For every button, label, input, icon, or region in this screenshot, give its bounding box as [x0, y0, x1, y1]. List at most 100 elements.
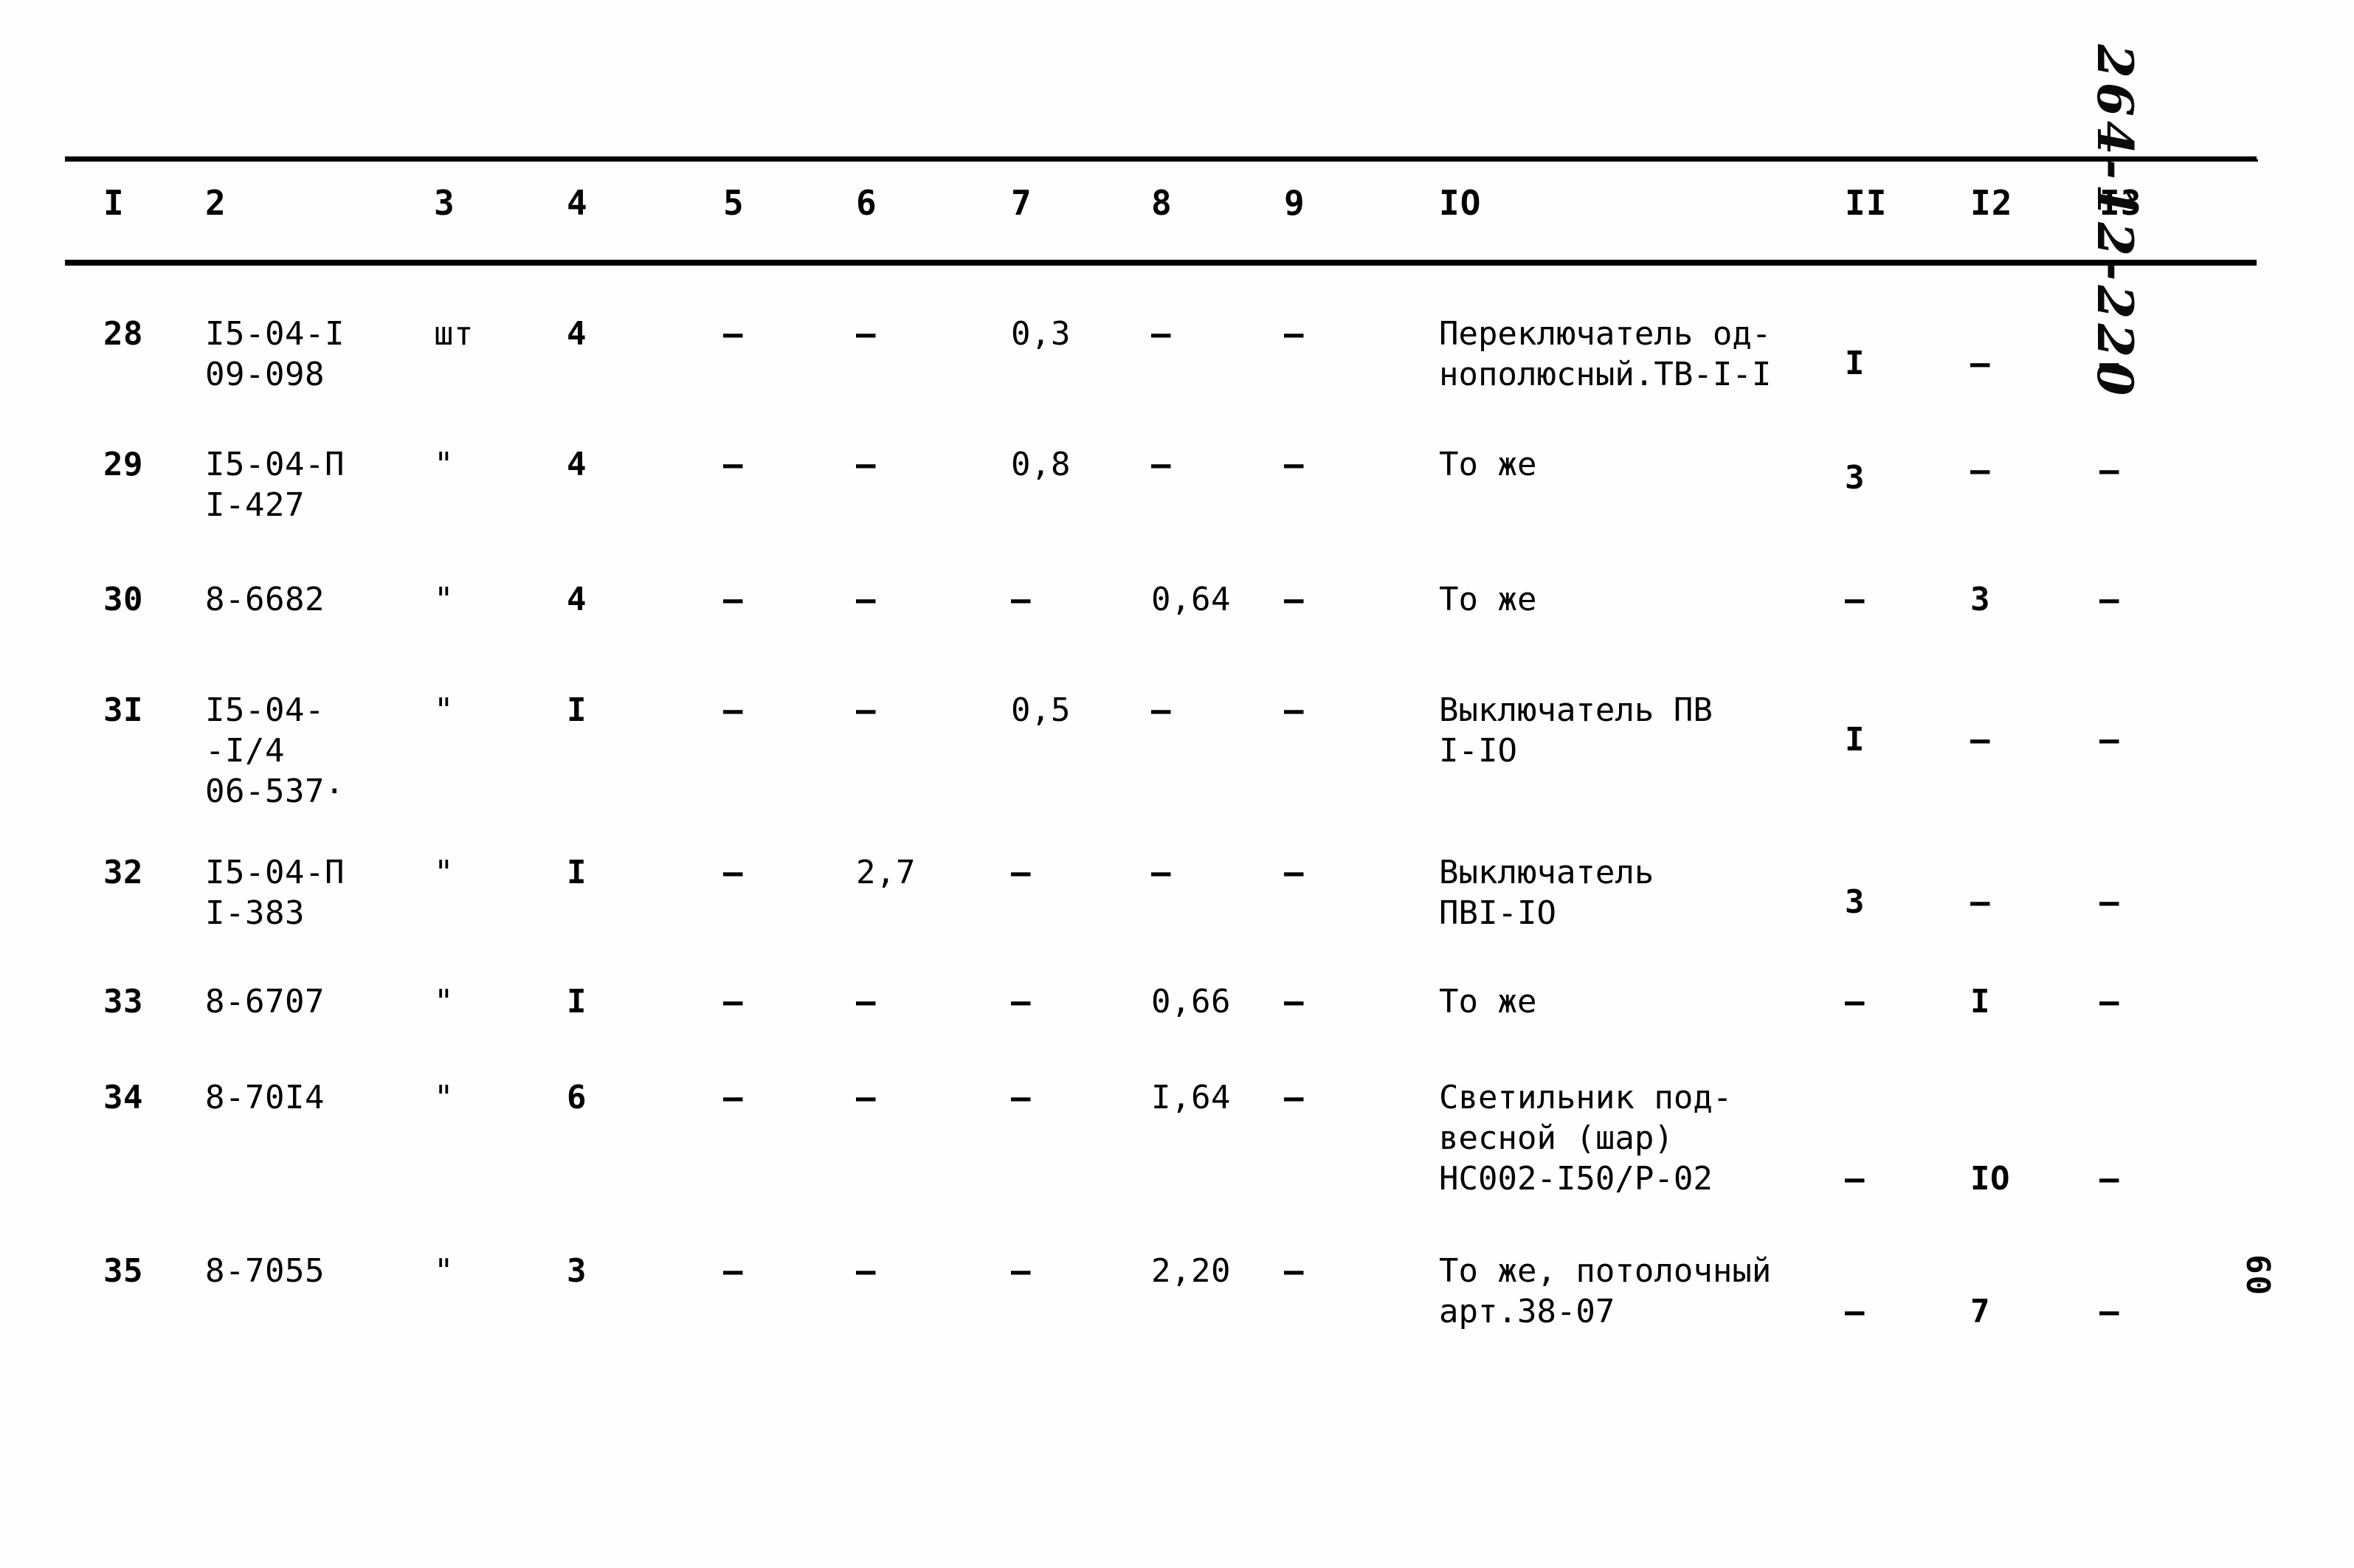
cell-col11: –: [1845, 581, 1865, 618]
cell-code: 8-6682: [205, 581, 325, 618]
cell-col7: –: [1011, 854, 1031, 891]
scanned-page: I 2 3 4 5 6 7 8 9 IO II I2 I3 28 I5-04-I…: [0, 0, 2354, 1568]
cell-col5: –: [723, 1079, 743, 1116]
cell-description: Светильник под- весной (шар) НС002-I50/Р…: [1439, 1079, 1733, 1198]
cell-unit: ": [434, 581, 454, 618]
cell-col13: –: [2099, 721, 2119, 759]
cell-position-number: 35: [103, 1252, 143, 1290]
cell-unit: ": [434, 691, 454, 729]
cell-col9: –: [1284, 854, 1304, 891]
column-header-11: II: [1845, 183, 1888, 223]
cell-col12: –: [1970, 883, 1990, 921]
cell-description: То же: [1439, 983, 1537, 1020]
cell-col9: –: [1284, 581, 1304, 618]
cell-col13: –: [2099, 1293, 2119, 1330]
cell-col7: –: [1011, 983, 1031, 1020]
column-header-4: 4: [567, 183, 588, 223]
table-header-row: I 2 3 4 5 6 7 8 9 IO II I2 I3: [0, 186, 2258, 245]
cell-code: 8-6707: [205, 983, 325, 1020]
cell-col12: 3: [1970, 581, 1990, 618]
cell-unit: ": [434, 983, 454, 1020]
table-header-bottom-rule: [65, 260, 2257, 266]
column-header-5: 5: [723, 183, 745, 223]
cell-col7: –: [1011, 1079, 1031, 1116]
cell-quantity: 4: [567, 581, 587, 618]
cell-col13: –: [2099, 883, 2119, 921]
cell-col6: –: [856, 581, 876, 618]
cell-code: 8-7055: [205, 1252, 325, 1290]
cell-col9: –: [1284, 983, 1304, 1020]
cell-col8: 0,66: [1151, 983, 1231, 1020]
column-header-7: 7: [1011, 183, 1032, 223]
table-top-rule-faded: [996, 159, 2258, 162]
cell-col6: –: [856, 446, 876, 483]
cell-col8: –: [1151, 446, 1171, 483]
cell-position-number: 34: [103, 1079, 143, 1116]
cell-col11: –: [1845, 983, 1865, 1020]
cell-col8: I,64: [1151, 1079, 1231, 1116]
cell-quantity: I: [567, 854, 587, 891]
cell-quantity: 6: [567, 1079, 587, 1116]
cell-position-number: 32: [103, 854, 143, 891]
page-number: 60: [2239, 1254, 2277, 1296]
cell-quantity: 4: [567, 315, 587, 353]
cell-col6: –: [856, 315, 876, 353]
cell-col11: –: [1845, 1293, 1865, 1330]
cell-col12: I: [1970, 983, 1990, 1020]
cell-col6: –: [856, 691, 876, 729]
cell-position-number: 29: [103, 446, 143, 483]
cell-col5: –: [723, 983, 743, 1020]
cell-position-number: 30: [103, 581, 143, 618]
cell-code: I5-04-П I-383: [205, 854, 345, 932]
cell-unit: ": [434, 1079, 454, 1116]
cell-col11: I: [1845, 721, 1865, 759]
cell-col11: 3: [1845, 883, 1865, 921]
cell-col6: –: [856, 1252, 876, 1290]
cell-description: То же: [1439, 581, 1537, 618]
cell-description: То же: [1439, 446, 1537, 483]
cell-col9: –: [1284, 1252, 1304, 1290]
cell-col12: –: [1970, 721, 1990, 759]
cell-description: То же, потолочный арт.38-07: [1439, 1252, 1772, 1330]
cell-description: Выключатель ПВI-IO: [1439, 854, 1654, 932]
cell-col12: –: [1970, 452, 1990, 489]
cell-unit: ": [434, 1252, 454, 1290]
cell-col6: –: [856, 983, 876, 1020]
cell-col7: –: [1011, 1252, 1031, 1290]
cell-unit: ": [434, 446, 454, 483]
cell-col9: –: [1284, 691, 1304, 729]
cell-quantity: 4: [567, 446, 587, 483]
cell-quantity: I: [567, 983, 587, 1020]
cell-code: I5-04-П I-427: [205, 446, 345, 524]
cell-col5: –: [723, 1252, 743, 1290]
cell-col12: IO: [1970, 1160, 2010, 1198]
cell-code: 8-70I4: [205, 1079, 325, 1116]
cell-col5: –: [723, 691, 743, 729]
cell-unit: шт: [434, 315, 474, 353]
cell-col8: –: [1151, 315, 1171, 353]
cell-col5: –: [723, 581, 743, 618]
cell-col9: –: [1284, 315, 1304, 353]
cell-col13: –: [2099, 581, 2119, 618]
cell-position-number: 28: [103, 315, 143, 353]
cell-col13: –: [2099, 983, 2119, 1020]
cell-quantity: 3: [567, 1252, 587, 1290]
cell-code: I5-04-I 09-098: [205, 315, 345, 393]
cell-col9: –: [1284, 1079, 1304, 1116]
cell-col12: 7: [1970, 1293, 1990, 1330]
cell-col8: 0,64: [1151, 581, 1231, 618]
cell-col7: 0,8: [1011, 446, 1071, 483]
cell-col6: 2,7: [856, 854, 916, 891]
cell-col8: –: [1151, 691, 1171, 729]
cell-description: Переключатель од- нополюсный.ТВ-I-I: [1439, 315, 1772, 393]
cell-col11: –: [1845, 1160, 1865, 1198]
column-header-8: 8: [1151, 183, 1173, 223]
cell-col5: –: [723, 854, 743, 891]
cell-col7: 0,5: [1011, 691, 1071, 729]
cell-col8: 2,20: [1151, 1252, 1231, 1290]
cell-col6: –: [856, 1079, 876, 1116]
cell-col11: I: [1845, 345, 1865, 382]
cell-col12: –: [1970, 345, 1990, 382]
cell-description: Выключатель ПВ I-IO: [1439, 691, 1713, 770]
cell-col9: –: [1284, 446, 1304, 483]
